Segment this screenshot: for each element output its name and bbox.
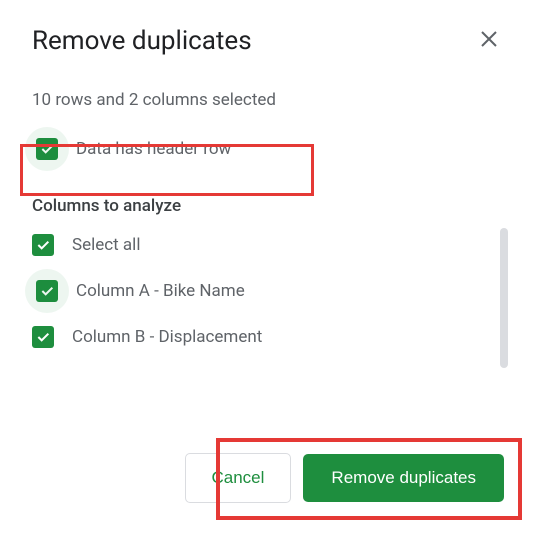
dialog-footer: Cancel Remove duplicates [185, 453, 505, 503]
header-row-option: Data has header row [32, 124, 502, 174]
cancel-button[interactable]: Cancel [185, 453, 292, 503]
dialog-title: Remove duplicates [32, 26, 252, 56]
select-all-label: Select all [72, 235, 140, 255]
selection-info: 10 rows and 2 columns selected [32, 90, 502, 110]
remove-duplicates-button[interactable]: Remove duplicates [303, 454, 504, 502]
column-b-checkbox[interactable] [32, 326, 54, 348]
select-all-row: Select all [32, 224, 502, 266]
ripple-effect [25, 269, 69, 313]
dialog-header: Remove duplicates [32, 24, 502, 58]
close-button[interactable] [476, 24, 502, 58]
check-icon [35, 237, 51, 253]
close-icon [480, 28, 498, 53]
header-row-label: Data has header row [76, 139, 231, 159]
columns-list: Select all Column A - Bike Name Column B… [32, 224, 502, 358]
column-a-row: Column A - Bike Name [32, 266, 502, 316]
columns-section-title: Columns to analyze [32, 196, 502, 216]
column-b-row: Column B - Displacement [32, 316, 502, 358]
check-icon [35, 329, 51, 345]
select-all-checkbox[interactable] [32, 234, 54, 256]
column-b-label: Column B - Displacement [72, 327, 262, 347]
column-a-label: Column A - Bike Name [76, 281, 245, 301]
scrollbar[interactable] [500, 228, 508, 368]
ripple-effect [25, 127, 69, 171]
